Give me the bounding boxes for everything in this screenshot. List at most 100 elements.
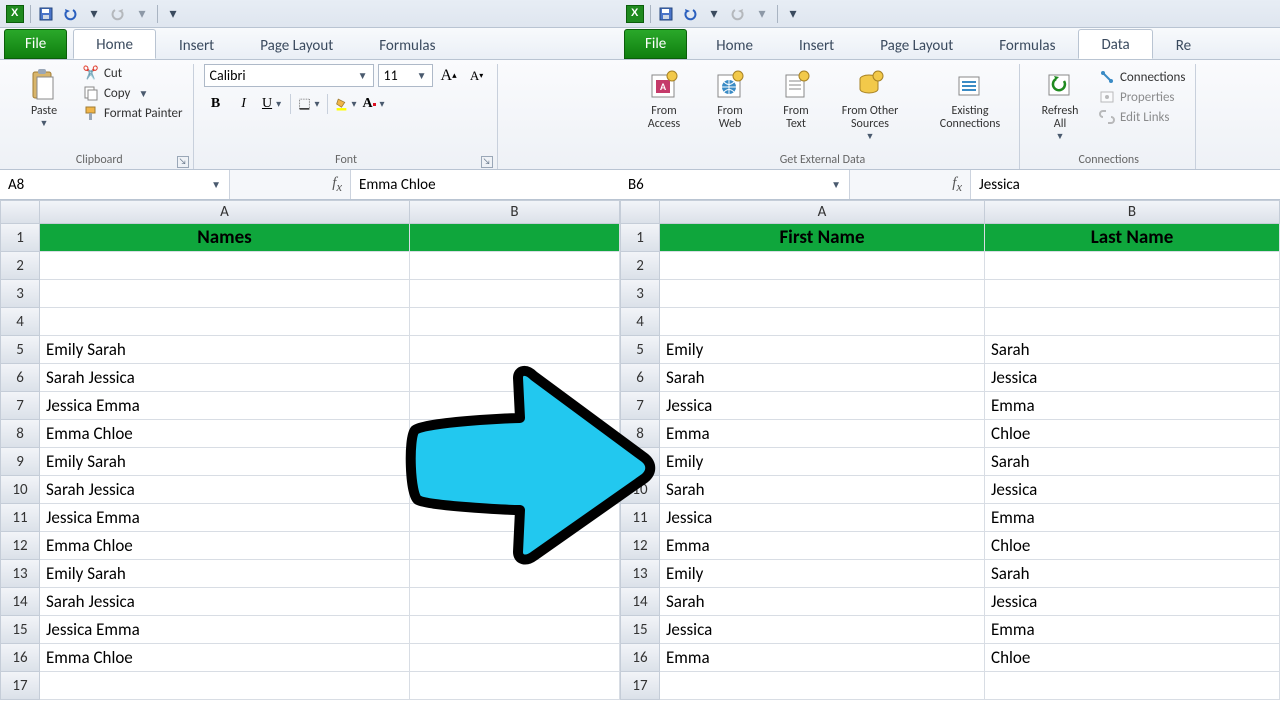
row-header[interactable]: 3 xyxy=(620,280,660,308)
row-header[interactable]: 2 xyxy=(620,252,660,280)
cell[interactable] xyxy=(985,308,1280,336)
copy-button[interactable]: Copy▼ xyxy=(80,84,185,102)
cell[interactable]: Last Name xyxy=(985,224,1280,252)
cell[interactable]: Names xyxy=(40,224,410,252)
cell[interactable] xyxy=(40,252,410,280)
row-header[interactable]: 1 xyxy=(620,224,660,252)
cell[interactable]: Sarah xyxy=(660,476,985,504)
row-header[interactable]: 12 xyxy=(0,532,40,560)
cell[interactable]: Jessica xyxy=(660,392,985,420)
row-header[interactable]: 11 xyxy=(620,504,660,532)
column-header[interactable]: B xyxy=(410,200,620,224)
tab-page-layout[interactable]: Page Layout xyxy=(857,30,976,59)
cell[interactable]: Emma xyxy=(985,616,1280,644)
cell[interactable]: Jessica xyxy=(985,476,1280,504)
cell[interactable]: Emma xyxy=(985,504,1280,532)
cell[interactable] xyxy=(985,672,1280,700)
cell[interactable]: Sarah Jessica xyxy=(40,588,410,616)
font-dialog-launcher[interactable]: ↘ xyxy=(481,156,493,168)
undo-menu-icon[interactable]: ▾ xyxy=(705,5,723,23)
row-header[interactable]: 1 xyxy=(0,224,40,252)
cell[interactable] xyxy=(410,504,620,532)
cell[interactable] xyxy=(410,616,620,644)
row-header[interactable]: 5 xyxy=(620,336,660,364)
tab-review[interactable]: Re xyxy=(1153,30,1196,59)
tab-data[interactable]: Data xyxy=(1078,29,1152,59)
cell[interactable]: Emily xyxy=(660,448,985,476)
cell[interactable] xyxy=(410,588,620,616)
cell[interactable] xyxy=(410,532,620,560)
cell[interactable] xyxy=(660,252,985,280)
row-header[interactable]: 16 xyxy=(620,644,660,672)
undo-icon[interactable] xyxy=(681,5,699,23)
cell[interactable] xyxy=(410,672,620,700)
tab-file[interactable]: File xyxy=(4,29,67,59)
cell[interactable]: Emily xyxy=(660,560,985,588)
row-header[interactable]: 13 xyxy=(0,560,40,588)
fx-button[interactable]: fx xyxy=(230,170,350,199)
cell[interactable]: Sarah xyxy=(660,364,985,392)
cell[interactable]: First Name xyxy=(660,224,985,252)
cell[interactable] xyxy=(660,280,985,308)
redo-menu-icon[interactable]: ▾ xyxy=(753,5,771,23)
font-name-combo[interactable]: Calibri▼ xyxy=(204,64,374,87)
cell[interactable]: Jessica xyxy=(660,616,985,644)
row-header[interactable]: 9 xyxy=(620,448,660,476)
cell[interactable] xyxy=(410,336,620,364)
row-header[interactable]: 16 xyxy=(0,644,40,672)
cell[interactable]: Emma xyxy=(660,644,985,672)
cell[interactable]: Emma Chloe xyxy=(40,420,410,448)
clipboard-dialog-launcher[interactable]: ↘ xyxy=(177,156,189,168)
row-header[interactable]: 7 xyxy=(620,392,660,420)
borders-button[interactable]: ▾ xyxy=(297,93,321,115)
redo-menu-icon[interactable]: ▾ xyxy=(133,5,151,23)
tab-formulas[interactable]: Formulas xyxy=(976,30,1078,59)
fill-color-button[interactable]: ▾ xyxy=(334,93,358,115)
name-box[interactable]: B6▼ xyxy=(620,170,850,199)
row-header[interactable]: 15 xyxy=(0,616,40,644)
tab-home[interactable]: Home xyxy=(693,30,776,59)
cell[interactable]: Emma Chloe xyxy=(40,644,410,672)
cell[interactable]: Sarah xyxy=(985,560,1280,588)
row-header[interactable]: 7 xyxy=(0,392,40,420)
row-header[interactable]: 2 xyxy=(0,252,40,280)
tab-file[interactable]: File xyxy=(624,29,687,59)
cell[interactable]: Jessica xyxy=(985,364,1280,392)
cell[interactable] xyxy=(40,280,410,308)
cell[interactable]: Sarah xyxy=(985,336,1280,364)
format-painter-button[interactable]: Format Painter xyxy=(80,104,185,122)
properties-button[interactable]: Properties xyxy=(1096,88,1187,106)
cell[interactable] xyxy=(410,252,620,280)
qat-customize-icon[interactable]: ▾ xyxy=(164,5,182,23)
font-size-combo[interactable]: 11▼ xyxy=(378,64,433,87)
row-header[interactable]: 12 xyxy=(620,532,660,560)
row-header[interactable]: 10 xyxy=(0,476,40,504)
row-header[interactable]: 10 xyxy=(620,476,660,504)
row-header[interactable]: 13 xyxy=(620,560,660,588)
cell[interactable] xyxy=(410,560,620,588)
cell[interactable] xyxy=(660,672,985,700)
tab-insert[interactable]: Insert xyxy=(156,30,237,59)
from-web-button[interactable]: FromWeb xyxy=(700,64,760,131)
cut-button[interactable]: ✂️Cut xyxy=(80,64,185,82)
from-other-sources-button[interactable]: From OtherSources▼ xyxy=(832,64,908,142)
cell[interactable]: Emma xyxy=(985,392,1280,420)
qat-customize-icon[interactable]: ▾ xyxy=(784,5,802,23)
cell[interactable]: Chloe xyxy=(985,420,1280,448)
column-header[interactable]: B xyxy=(985,200,1280,224)
formula-input[interactable]: Jessica xyxy=(970,170,1280,199)
save-icon[interactable] xyxy=(37,5,55,23)
cell[interactable]: Emily Sarah xyxy=(40,560,410,588)
cell[interactable]: Jessica Emma xyxy=(40,392,410,420)
redo-icon[interactable] xyxy=(729,5,747,23)
tab-page-layout[interactable]: Page Layout xyxy=(237,30,356,59)
row-header[interactable]: 17 xyxy=(620,672,660,700)
row-header[interactable]: 17 xyxy=(0,672,40,700)
cell[interactable] xyxy=(410,392,620,420)
cell[interactable]: Jessica Emma xyxy=(40,616,410,644)
spreadsheet-grid[interactable]: AB1Names2345Emily Sarah6Sarah Jessica7Je… xyxy=(0,200,620,700)
row-header[interactable]: 8 xyxy=(620,420,660,448)
cell[interactable]: Jessica xyxy=(660,504,985,532)
cell[interactable] xyxy=(410,224,620,252)
tab-home[interactable]: Home xyxy=(73,29,156,59)
